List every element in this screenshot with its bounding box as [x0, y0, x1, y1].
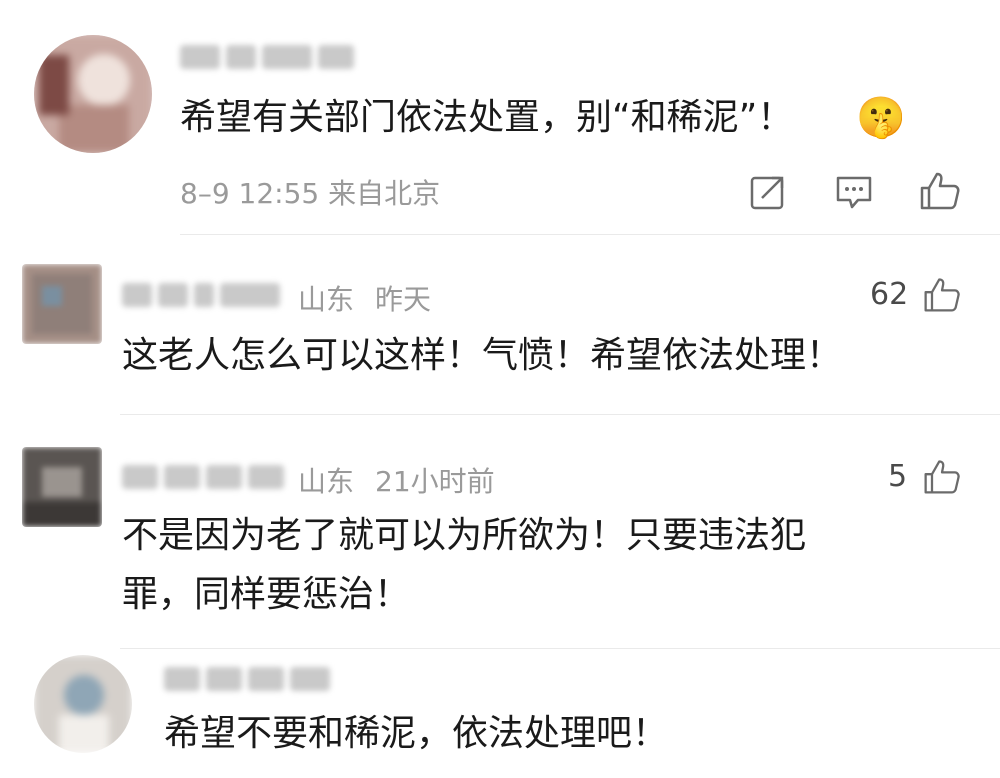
comment-text-line-2: 罪，同样要惩治！ [122, 574, 411, 615]
comment-time: 昨天 [375, 283, 432, 316]
comment-time: 21小时前 [375, 465, 495, 498]
avatar[interactable] [34, 35, 152, 153]
avatar[interactable] [22, 447, 102, 527]
comment-location: 山东 [298, 283, 355, 316]
comment-text: 这老人怎么可以这样！气愤！希望依法处理！ [122, 335, 843, 376]
avatar[interactable] [22, 264, 102, 344]
divider [180, 234, 1000, 235]
thumbs-up-icon[interactable] [918, 168, 962, 212]
comment-text: 希望有关部门依法处置，别“和稀泥”！ [180, 97, 794, 138]
username-blurred[interactable] [164, 664, 330, 694]
comment-location: 山东 [298, 465, 355, 498]
username-blurred[interactable] [180, 42, 354, 72]
divider [120, 414, 1000, 415]
thumbs-up-icon[interactable] [922, 274, 962, 314]
comment-icon[interactable] [834, 172, 874, 212]
emoji-shush-icon: 🤫 [856, 95, 906, 141]
comment-text: 希望不要和稀泥，依法处理吧！ [164, 713, 669, 754]
divider [120, 648, 1000, 649]
like-count: 5 [888, 459, 908, 494]
comment-meta: 8–9 12:55 来自北京 [180, 177, 441, 210]
comment-text-line-1: 不是因为老了就可以为所欲为！只要违法犯 [122, 515, 807, 556]
avatar[interactable] [34, 655, 132, 753]
like-count: 62 [870, 277, 909, 312]
username-blurred[interactable] [122, 462, 284, 492]
share-icon[interactable] [748, 172, 788, 212]
username-blurred[interactable] [122, 280, 280, 310]
thumbs-up-icon[interactable] [922, 456, 962, 496]
